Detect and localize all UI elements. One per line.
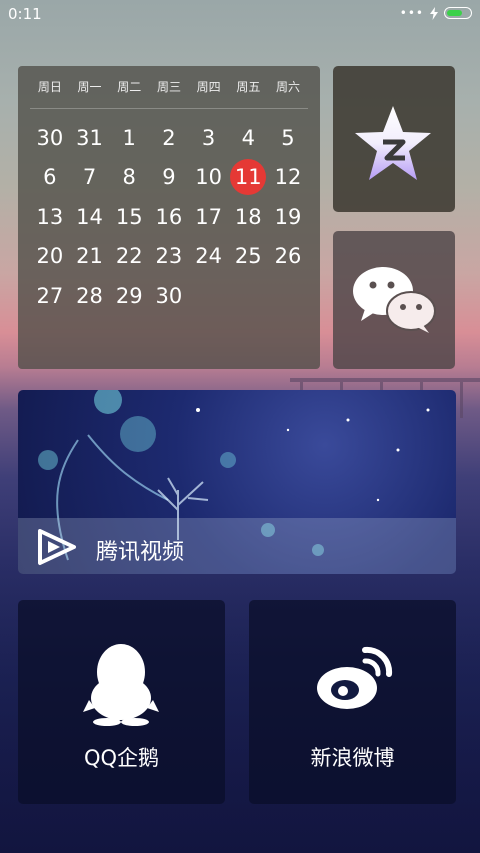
calendar-day-number: 2 [162, 125, 176, 150]
weibo-label: 新浪微博 [310, 746, 395, 770]
weekday-label: 周四 [196, 79, 221, 94]
calendar-day-number: 28 [76, 283, 103, 308]
calendar-day-number: 7 [82, 165, 97, 190]
calendar-day[interactable]: 31 [70, 118, 110, 158]
calendar-day-number: 6 [43, 165, 57, 190]
weibo-eye-icon [317, 646, 393, 709]
calendar-day-number: 19 [274, 204, 302, 229]
calendar-day-number: 26 [274, 244, 302, 269]
calendar-day-number: 9 [162, 165, 176, 190]
calendar-day-number: 4 [241, 125, 255, 150]
calendar-day-number: 25 [234, 244, 262, 269]
calendar-day[interactable]: 28 [70, 276, 110, 316]
calendar-day-number: 21 [76, 244, 103, 269]
calendar-day-number: 13 [36, 204, 64, 229]
calendar-day-number: 30 [155, 283, 183, 308]
calendar-day[interactable]: 13 [30, 197, 70, 237]
calendar-day-number: 3 [201, 125, 216, 150]
calendar-widget[interactable]: 周日 周一 周二 周三 周四 周五 周六 30 31 1 2 3 4 5 6 7 8 9 10 11 12… [18, 66, 320, 369]
qzone-star-icon [355, 106, 431, 180]
calendar-day-number: 16 [155, 204, 183, 229]
weekday-label: 周五 [236, 79, 261, 94]
calendar-day[interactable]: 14 [70, 197, 110, 237]
calendar-day[interactable]: 19 [268, 197, 308, 237]
calendar-day-number: 18 [234, 204, 262, 229]
weekday-label: 周二 [117, 79, 142, 94]
calendar-day-number: 29 [115, 283, 143, 308]
calendar-day[interactable]: 30 [149, 276, 189, 316]
calendar-day-number: 30 [36, 125, 64, 150]
calendar-day-number: 10 [195, 165, 222, 190]
calendar-day[interactable]: 2 [149, 118, 189, 158]
status-time: 0:11 [8, 5, 42, 23]
calendar-day[interactable]: 26 [268, 237, 308, 277]
calendar-day-grid: 30 31 1 2 3 4 5 6 7 8 9 10 11 12 13 14 15 16 17 18 19 20 21 22 2… [30, 118, 308, 316]
tencent-video-play-icon [38, 529, 76, 565]
calendar-day[interactable]: 5 [268, 118, 308, 158]
calendar-day-number: 24 [195, 244, 222, 269]
calendar-day[interactable]: 17 [189, 197, 229, 237]
calendar-day-number: 20 [36, 244, 64, 269]
calendar-day[interactable]: 10 [189, 158, 229, 198]
signal-dots: ••• [399, 6, 424, 20]
calendar-day-number: 15 [115, 204, 143, 229]
calendar-day[interactable]: 9 [149, 158, 189, 198]
qq-app-tile[interactable]: QQ企鹅 [18, 600, 225, 804]
wechat-app-tile[interactable] [333, 231, 455, 369]
calendar-day[interactable]: 22 [109, 237, 149, 277]
calendar-day[interactable]: 27 [30, 276, 70, 316]
calendar-day[interactable]: 15 [109, 197, 149, 237]
charging-icon [430, 6, 438, 20]
weekday-label: 周三 [156, 79, 181, 94]
tencent-video-app-tile[interactable]: 腾讯视频 [18, 390, 456, 574]
calendar-day[interactable]: 25 [228, 237, 268, 277]
calendar-day[interactable]: 29 [109, 276, 149, 316]
calendar-day-number: 27 [36, 283, 64, 308]
weibo-app-tile[interactable]: 新浪微博 [249, 600, 456, 804]
qzone-app-tile[interactable] [333, 66, 455, 212]
calendar-day[interactable]: 30 [30, 118, 70, 158]
wechat-icon [353, 267, 436, 333]
calendar-day-number: 22 [115, 244, 143, 269]
qq-penguin-icon [83, 644, 159, 726]
calendar-day[interactable]: 3 [189, 118, 229, 158]
calendar-day[interactable]: 4 [228, 118, 268, 158]
calendar-day[interactable]: 18 [228, 197, 268, 237]
calendar-day-today[interactable]: 11 [228, 158, 268, 198]
calendar-day[interactable]: 12 [268, 158, 308, 198]
battery-icon [444, 7, 472, 19]
calendar-day-number: 14 [76, 204, 103, 229]
qq-label: QQ企鹅 [83, 746, 160, 770]
calendar-day-number: 31 [76, 125, 103, 150]
tencent-video-label: 腾讯视频 [96, 540, 185, 565]
weekday-label: 周日 [37, 79, 62, 94]
calendar-day[interactable]: 24 [189, 237, 229, 277]
calendar-day-number: 11 [230, 159, 267, 196]
calendar-day-number: 1 [122, 125, 136, 150]
video-label-bar [18, 518, 456, 574]
weekday-label: 周一 [77, 79, 102, 94]
calendar-day-number: 23 [155, 244, 183, 269]
calendar-day[interactable]: 20 [30, 237, 70, 277]
calendar-day[interactable]: 23 [149, 237, 189, 277]
calendar-day[interactable]: 8 [109, 158, 149, 198]
status-bar: 0:11 ••• [0, 0, 480, 28]
calendar-day[interactable]: 16 [149, 197, 189, 237]
calendar-day[interactable]: 21 [70, 237, 110, 277]
calendar-weekday-header: 周日 周一 周二 周三 周四 周五 周六 [18, 66, 320, 106]
calendar-day[interactable]: 1 [109, 118, 149, 158]
status-icons: ••• [400, 6, 472, 20]
calendar-day-number: 17 [195, 204, 222, 229]
calendar-day-number: 12 [274, 165, 302, 190]
calendar-day[interactable]: 6 [30, 158, 70, 198]
calendar-day[interactable]: 7 [70, 158, 110, 198]
weekday-label: 周六 [276, 79, 301, 94]
calendar-divider [30, 108, 308, 109]
calendar-day-number: 5 [281, 125, 295, 150]
calendar-day-number: 8 [122, 165, 136, 190]
